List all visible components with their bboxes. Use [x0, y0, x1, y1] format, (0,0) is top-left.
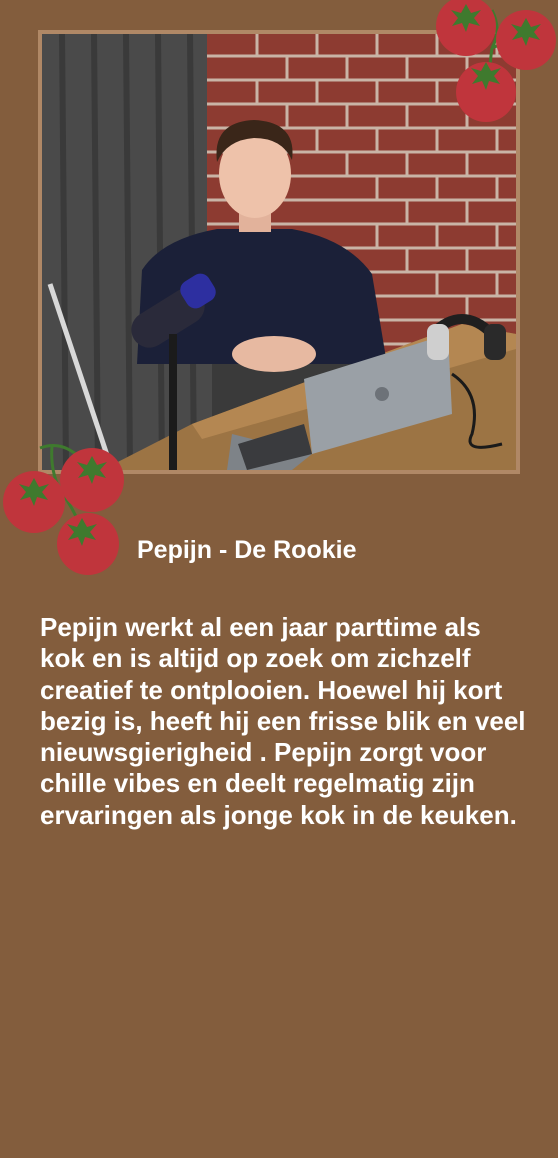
profile-bio: Pepijn werkt al een jaar parttime als ko… — [40, 612, 526, 830]
tomato-cluster-icon — [3, 444, 124, 575]
tomato-cluster-icon — [436, 0, 556, 122]
profile-name: Pepijn - De Rookie — [137, 536, 357, 564]
person-hands — [232, 336, 316, 372]
